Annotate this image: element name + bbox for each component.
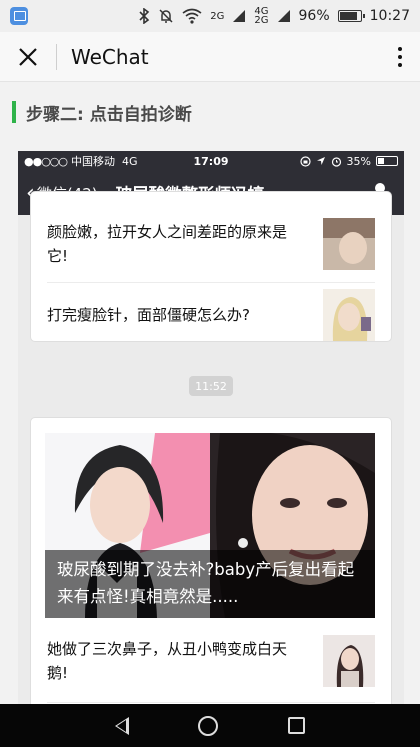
list-item-title: 颜脸嫩，拉开女人之间差距的原来是它! — [47, 223, 288, 265]
divider — [47, 702, 375, 703]
gallery-icon — [10, 7, 28, 25]
android-nav-bar — [0, 704, 420, 747]
list-item-title: 打完瘦脸针，面部僵硬怎么办? — [47, 306, 250, 324]
signal-2g-label: 2G — [210, 10, 225, 22]
ios-status-bar: ●●○○○ 中国移动 4G 17:09 35% — [18, 151, 404, 171]
home-circle-icon[interactable] — [198, 715, 219, 736]
article-card-2: 玻尿酸到期了没去补?baby产后复出看起来有点怪!真相竟然是..... 她做了三… — [30, 417, 392, 704]
step-heading-text: 步骤二: 点击自拍诊断 — [26, 104, 192, 125]
header-divider — [56, 43, 57, 70]
cover-overlay: 玻尿酸到期了没去补?baby产后复出看起来有点怪!真相竟然是..... — [45, 550, 375, 618]
chat-timestamp: 11:52 — [189, 376, 233, 396]
recent-square-icon[interactable] — [288, 717, 306, 734]
close-icon[interactable] — [0, 32, 56, 82]
list-item[interactable]: 颜脸嫩，拉开女人之间差距的原来是它! — [47, 218, 375, 270]
status-right: 2G 4G 2G 96% 10:27 — [138, 6, 410, 26]
article-card-1: 颜脸嫩，拉开女人之间差距的原来是它! 打完瘦脸针，面部僵硬怎么办? — [30, 191, 392, 342]
wifi-icon — [182, 8, 202, 24]
ios-time: 17:09 — [193, 154, 229, 168]
signal-4g2g-label: 4G 2G — [254, 6, 269, 26]
signal-bars-icon — [233, 10, 246, 22]
cover-headline: 玻尿酸到期了没去补?baby产后复出看起来有点怪!真相竟然是..... — [57, 560, 355, 606]
list-item[interactable]: 打完瘦脸针，面部僵硬怎么办? — [47, 289, 375, 341]
divider — [47, 282, 375, 283]
mute-icon — [159, 9, 173, 23]
step-heading: 步骤二: 点击自拍诊断 — [12, 100, 192, 125]
article-thumbnail — [323, 635, 375, 687]
accent-bar — [12, 101, 16, 123]
status-bar: 2G 4G 2G 96% 10:27 — [0, 0, 420, 32]
signal-bars-icon-2 — [277, 10, 290, 22]
battery-icon — [337, 10, 365, 22]
back-triangle-icon[interactable] — [114, 716, 129, 735]
list-item[interactable]: 她做了三次鼻子，从丑小鸭变成白天鹅! — [47, 634, 375, 688]
wechat-header: WeChat — [0, 32, 420, 82]
bluetooth-icon — [139, 8, 150, 24]
page-title: WeChat — [71, 44, 149, 69]
article-thumbnail — [323, 218, 375, 270]
embedded-screenshot: ●●○○○ 中国移动 4G 17:09 35% ‹ 微信(42) 玻尿酸微整形师… — [18, 151, 404, 704]
more-vert-icon[interactable] — [380, 46, 420, 67]
status-time: 10:27 — [369, 8, 410, 24]
list-item-title: 她做了三次鼻子，从丑小鸭变成白天鹅! — [47, 640, 288, 682]
ios-battery-icon — [376, 156, 398, 166]
article-thumbnail — [323, 289, 375, 341]
battery-percent: 96% — [298, 8, 330, 24]
cover-article[interactable]: 玻尿酸到期了没去补?baby产后复出看起来有点怪!真相竟然是..... — [45, 433, 375, 618]
